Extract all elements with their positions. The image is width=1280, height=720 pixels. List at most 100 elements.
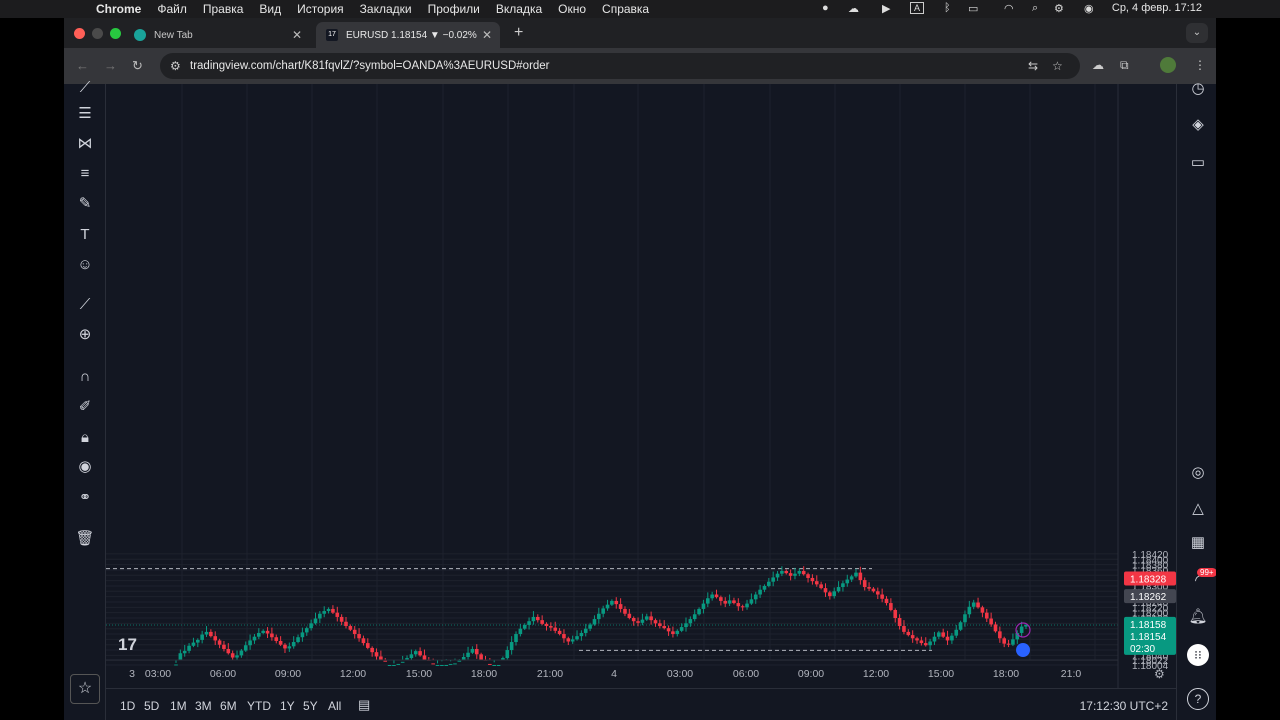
url-text[interactable]: tradingview.com/chart/K81fqvlZ/?symbol=O… [190,60,550,72]
tf-5d[interactable]: 5D [144,699,159,713]
tf-ytd[interactable]: YTD [247,699,271,713]
record-icon[interactable]: ● [822,2,829,14]
candle-body [492,665,497,666]
candle-body [958,622,963,630]
candle-body [775,573,780,578]
emoji-icon[interactable]: ☺ [75,255,95,275]
link-icon[interactable]: ⚭ [75,488,95,508]
tf-1y[interactable]: 1Y [280,699,295,713]
layers-icon[interactable]: ◈ [1187,114,1209,136]
pattern-icon[interactable]: ⋈ [75,134,95,154]
candle-body [339,616,344,622]
menu-tab[interactable]: Вкладка [496,2,542,16]
new-tab-plus-icon[interactable]: + [514,24,523,42]
zoom-window-button[interactable] [110,28,121,39]
tf-5y[interactable]: 5Y [303,699,318,713]
tab-search-chevron-icon[interactable]: ⌄ [1186,23,1208,43]
menu-profiles[interactable]: Профили [428,2,480,16]
magnet-icon[interactable]: ∩ [75,367,95,387]
input-source-icon[interactable]: A [910,2,925,14]
lines-icon[interactable]: ☰ [75,104,95,124]
help-icon[interactable]: ? [1187,688,1209,710]
tf-1m[interactable]: 1M [170,699,187,713]
wifi-icon[interactable]: ◠ [1004,2,1014,15]
fib-icon[interactable]: ≡ [75,164,95,184]
menu-app-name[interactable]: Chrome [96,2,141,16]
clock-icon[interactable]: ◷ [1187,78,1209,100]
tf-6m[interactable]: 6M [220,699,237,713]
trash-icon[interactable]: 🗑︎ [75,529,95,549]
candle-body [740,606,745,608]
ruler-icon[interactable]: ⟋ [75,295,95,315]
extension-cloud-icon[interactable]: ☁ [1092,58,1104,72]
grid-icon[interactable]: ⁝⁝ [1187,644,1209,666]
forward-arrow-icon[interactable]: → [104,58,117,73]
candle-body [871,588,876,592]
candle-body [352,629,357,635]
minimize-window-button[interactable] [92,28,103,39]
control-center-icon[interactable]: ⚙ [1054,2,1064,15]
menu-help[interactable]: Справка [602,2,649,16]
menu-window[interactable]: Окно [558,2,586,16]
crosshair-icon[interactable]: ⟋ [75,78,95,98]
menu-view[interactable]: Вид [259,2,281,16]
candle-body [788,573,793,576]
menu-edit[interactable]: Правка [203,2,244,16]
close-tab-icon[interactable]: ✕ [292,28,302,42]
candle-body [209,631,213,637]
tab-new-tab[interactable]: New Tab ✕ [124,22,310,48]
bluetooth-icon[interactable]: ᛒ [944,2,951,14]
calendar-icon[interactable]: ▦ [1187,532,1209,554]
candle-body [187,645,191,651]
brush-icon[interactable]: ✎ [75,194,95,214]
date-range-calendar-icon[interactable]: ▤ [358,697,370,713]
siri-icon[interactable]: ◉ [1084,2,1094,15]
candle-body [348,626,353,630]
text-icon[interactable]: T [75,225,95,245]
eye-icon[interactable]: ◉ [75,457,95,477]
candle-body [583,628,588,633]
favorite-star-icon[interactable]: ☆ [70,674,100,704]
site-settings-icon[interactable]: ⚙ [170,59,181,73]
close-tab-icon[interactable]: ✕ [482,28,492,42]
kebab-menu-icon[interactable]: ⋮ [1194,58,1206,72]
x-axis-tick-label: 06:00 [210,668,236,680]
tf-3m[interactable]: 3M [195,699,212,713]
candle-body [396,663,401,665]
back-arrow-icon[interactable]: ← [76,58,89,73]
tf-all[interactable]: All [328,699,341,713]
tab-eurusd[interactable]: 17 EURUSD 1.18154 ▼ −0.02% U ✕ [316,22,500,48]
x-axis-tick-label: 18:00 [471,668,497,680]
candle-body [479,654,483,660]
translate-icon[interactable]: ⇆ [1028,59,1038,73]
utc-clock[interactable]: 17:12:30 UTC+2 [1080,699,1168,713]
profile-avatar[interactable] [1160,57,1176,73]
close-window-button[interactable] [74,28,85,39]
zoom-icon[interactable]: ⊕ [75,325,95,345]
candlestick-chart[interactable]: 1.184201.184001.183801.183601.183401.183… [106,84,1176,688]
cloud-icon[interactable]: ☁ [848,2,859,15]
battery-icon[interactable]: ▭ [968,2,978,15]
reload-icon[interactable]: ↻ [132,58,143,74]
menu-history[interactable]: История [297,2,344,16]
lock-icon[interactable]: 🔒︎ [75,428,95,448]
menu-file[interactable]: Файл [157,2,187,16]
address-bar[interactable]: ⚙ tradingview.com/chart/K81fqvlZ/?symbol… [160,53,1080,79]
menu-bookmarks[interactable]: Закладки [360,2,412,16]
candle-body [806,574,810,578]
candle-body [618,604,623,609]
candle-body [226,648,231,654]
play-icon[interactable]: ▶ [882,2,890,15]
target-icon[interactable]: ◎ [1187,462,1209,484]
candle-body [906,631,911,636]
candle-body [797,571,802,574]
bell-icon[interactable]: 🔔︎ [1187,606,1209,628]
lock-draw-icon[interactable]: ✐ [75,397,95,417]
chat-icon[interactable]: ▭ [1187,152,1209,174]
search-icon[interactable]: ⌕ [1032,2,1038,15]
bookmark-star-icon[interactable]: ☆ [1052,59,1063,73]
tf-1d[interactable]: 1D [120,699,135,713]
menubar-datetime[interactable]: Ср, 4 февр. 17:12 [1112,2,1202,14]
extensions-puzzle-icon[interactable]: ⧉ [1120,58,1129,73]
triangle-icon[interactable]: △ [1187,498,1209,520]
